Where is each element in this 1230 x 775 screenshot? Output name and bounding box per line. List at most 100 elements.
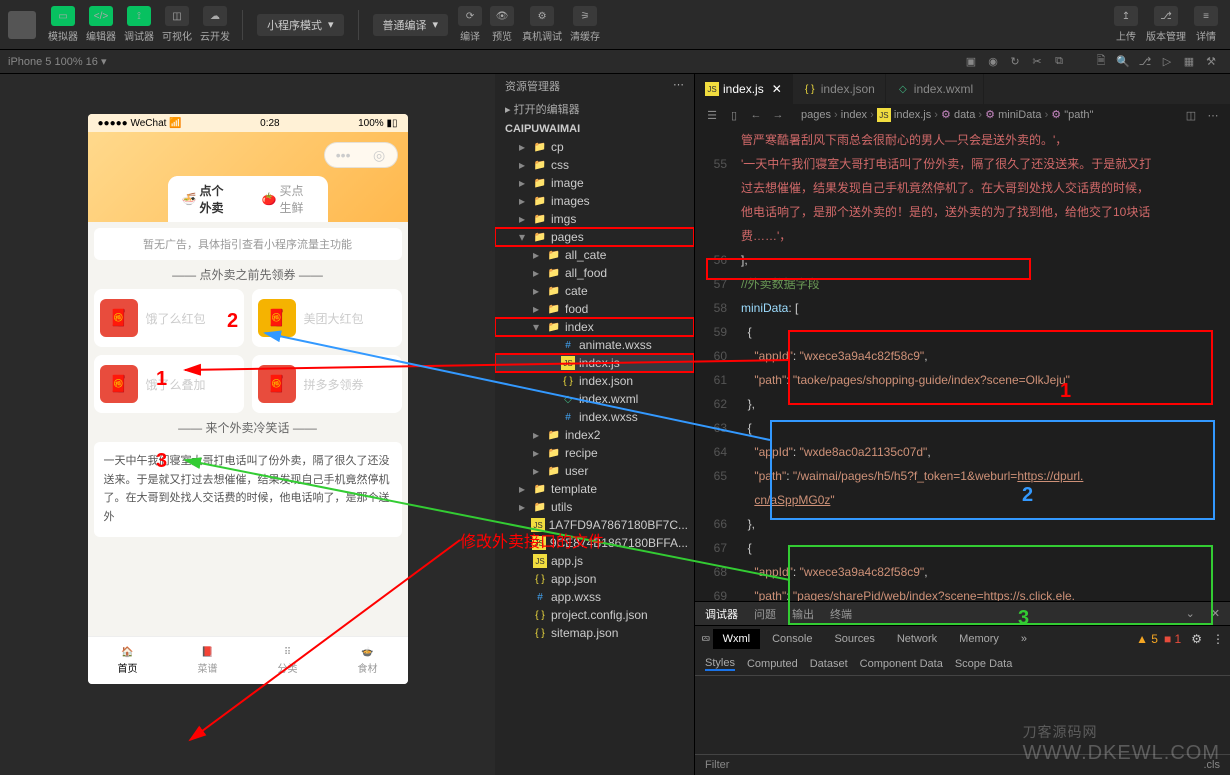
tree-item-all_cate[interactable]: ▸📁all_cate xyxy=(495,246,694,264)
clearcache-button[interactable]: ⚞ xyxy=(573,6,597,26)
popout-icon[interactable]: ⧉ xyxy=(1051,54,1067,70)
tabbar-recipe[interactable]: 📕菜谱 xyxy=(168,637,248,684)
tree-item-index2[interactable]: ▸📁index2 xyxy=(495,426,694,444)
record-icon[interactable]: ◉ xyxy=(985,54,1001,70)
tree-item-app.wxss[interactable]: #app.wxss xyxy=(495,588,694,606)
simulator-toggle[interactable]: ▭ xyxy=(51,6,75,26)
tree-item-image[interactable]: ▸📁image xyxy=(495,174,694,192)
tabbar-food[interactable]: 🍲食材 xyxy=(328,637,408,684)
tools-icon[interactable]: ⚒ xyxy=(1203,54,1219,70)
project-name[interactable]: CAIPUWAIMAI xyxy=(495,120,694,138)
filter-input[interactable]: Filter xyxy=(705,759,729,771)
devtool-tab-memory[interactable]: Memory xyxy=(949,629,1009,649)
subtab-computed[interactable]: Computed xyxy=(747,658,798,670)
tree-item-sitemap.json[interactable]: { }sitemap.json xyxy=(495,624,694,642)
devtool-tab-more[interactable]: » xyxy=(1011,629,1037,649)
preview-button[interactable]: 👁 xyxy=(490,6,514,26)
tree-item-user[interactable]: ▸📁user xyxy=(495,462,694,480)
debugger-toggle[interactable]: ⟟ xyxy=(127,6,151,26)
coupon-card-0[interactable]: 🧧饿了么红包 xyxy=(94,289,244,347)
dbg-tab-terminal[interactable]: 终端 xyxy=(830,606,852,622)
tree-item-utils[interactable]: ▸📁utils xyxy=(495,498,694,516)
tree-item-animate.wxss[interactable]: #animate.wxss xyxy=(495,336,694,354)
split-icon[interactable]: ◫ xyxy=(1182,106,1200,124)
editor-toggle[interactable]: </> xyxy=(89,6,113,26)
rotate-icon[interactable]: ↻ xyxy=(1007,54,1023,70)
tree-item-images[interactable]: ▸📁images xyxy=(495,192,694,210)
dbg-tab-debugger[interactable]: 调试器 xyxy=(705,606,738,622)
tree-item-recipe[interactable]: ▸📁recipe xyxy=(495,444,694,462)
tree-item-index.js[interactable]: JSindex.js xyxy=(495,354,694,372)
tree-item-pages[interactable]: ▾📁pages xyxy=(495,228,694,246)
tree-item-template[interactable]: ▸📁template xyxy=(495,480,694,498)
version-button[interactable]: ⎇ xyxy=(1154,6,1178,26)
visual-toggle[interactable]: ◫ xyxy=(165,6,189,26)
realdevice-button[interactable]: ⚙ xyxy=(530,6,554,26)
branch-icon[interactable]: ⎇ xyxy=(1137,54,1153,70)
cloud-toggle[interactable]: ☁ xyxy=(203,6,227,26)
run-icon[interactable]: ▷ xyxy=(1159,54,1175,70)
mode-dropdown[interactable]: 小程序模式▾ xyxy=(257,14,344,36)
cls-toggle[interactable]: .cls xyxy=(1204,759,1221,771)
coupon-card-1[interactable]: 🧧美团大红包 xyxy=(252,289,402,347)
avatar[interactable] xyxy=(8,11,36,39)
subtab-styles[interactable]: Styles xyxy=(705,657,735,671)
tabbar-category[interactable]: ⠿分类 xyxy=(248,637,328,684)
inspect-icon[interactable]: ⮹ xyxy=(701,632,711,647)
tree-item-index.wxss[interactable]: #index.wxss xyxy=(495,408,694,426)
device-selector[interactable]: iPhone 5 100% 16 ▾ xyxy=(8,55,106,68)
back-icon[interactable]: ← xyxy=(747,106,765,124)
tree-item-app.json[interactable]: { }app.json xyxy=(495,570,694,588)
tree-item-food[interactable]: ▸📁food xyxy=(495,300,694,318)
overflow-icon[interactable]: ⋮ xyxy=(1212,632,1224,646)
tree-item-all_food[interactable]: ▸📁all_food xyxy=(495,264,694,282)
chevron-down-icon[interactable]: ⌄ xyxy=(1186,607,1195,620)
tree-item-css[interactable]: ▸📁css xyxy=(495,156,694,174)
capsule-button[interactable]: •••◎ xyxy=(324,142,398,168)
gear-icon[interactable]: ⚙ xyxy=(1191,632,1202,646)
editor-tab-index.js[interactable]: JSindex.js✕ xyxy=(695,74,793,104)
devtool-tab-wxml[interactable]: Wxml xyxy=(713,629,761,649)
more-icon[interactable]: ⋯ xyxy=(673,78,684,94)
open-editors-section[interactable]: ▸ 打开的编辑器 xyxy=(495,98,694,120)
cut-icon[interactable]: ✂ xyxy=(1029,54,1045,70)
tree-item-cp[interactable]: ▸📁cp xyxy=(495,138,694,156)
tabbar-home[interactable]: 🏠首页 xyxy=(88,637,168,684)
upload-button[interactable]: ↥ xyxy=(1114,6,1138,26)
tree-item-cate[interactable]: ▸📁cate xyxy=(495,282,694,300)
search-icon[interactable]: 🔍 xyxy=(1115,54,1131,70)
list-icon[interactable]: ☰ xyxy=(703,106,721,124)
subtab-componentdata[interactable]: Component Data xyxy=(860,658,943,670)
devtool-tab-console[interactable]: Console xyxy=(762,629,822,649)
code-lines[interactable]: 管严寒酷暑刮风下雨总会很耐心的男人—只会是送外卖的。'，'一天中午我们寝室大哥打… xyxy=(735,126,1230,601)
tree-item-imgs[interactable]: ▸📁imgs xyxy=(495,210,694,228)
editor-tab-index.json[interactable]: { }index.json xyxy=(793,74,886,104)
dbg-tab-problems[interactable]: 问题 xyxy=(754,606,776,622)
subtab-dataset[interactable]: Dataset xyxy=(810,658,848,670)
devtool-tab-sources[interactable]: Sources xyxy=(824,629,884,649)
ext-icon[interactable]: ▦ xyxy=(1181,54,1197,70)
tab-shengxian[interactable]: 🍅买点生鲜 xyxy=(248,176,328,222)
tree-item-index[interactable]: ▾📁index xyxy=(495,318,694,336)
close-icon[interactable]: ✕ xyxy=(772,82,782,96)
close-icon[interactable]: ✕ xyxy=(1211,607,1220,620)
devtool-tab-network[interactable]: Network xyxy=(887,629,947,649)
error-badge[interactable]: ■ 1 xyxy=(1164,632,1181,646)
breadcrumb-path[interactable]: pages › index › JS index.js › ⚙ data › ⚙… xyxy=(801,108,1093,123)
tree-item-1A7FD9A7867180BF7C...[interactable]: JS1A7FD9A7867180BF7C... xyxy=(495,516,694,534)
tree-item-project.config.json[interactable]: { }project.config.json xyxy=(495,606,694,624)
compile-button[interactable]: ⟳ xyxy=(458,6,482,26)
coupon-card-3[interactable]: 🧧拼多多领券 xyxy=(252,355,402,413)
tree-item-index.wxml[interactable]: ◇index.wxml xyxy=(495,390,694,408)
editor-tab-index.wxml[interactable]: ◇index.wxml xyxy=(886,74,984,104)
warning-badge[interactable]: ▲ 5 xyxy=(1136,632,1158,646)
subtab-scopedata[interactable]: Scope Data xyxy=(955,658,1012,670)
tree-item-index.json[interactable]: { }index.json xyxy=(495,372,694,390)
compile-dropdown[interactable]: 普通编译▾ xyxy=(373,14,449,36)
tab-waimai[interactable]: 🍜点个外卖 xyxy=(168,176,248,222)
more-icon[interactable]: ⋯ xyxy=(1204,106,1222,124)
dbg-tab-output[interactable]: 输出 xyxy=(792,606,814,622)
forward-icon[interactable]: → xyxy=(769,106,787,124)
bookmark-icon[interactable]: ▯ xyxy=(725,106,743,124)
tree-item-9CE874B1867180BFFA...[interactable]: JS9CE874B1867180BFFA... xyxy=(495,534,694,552)
